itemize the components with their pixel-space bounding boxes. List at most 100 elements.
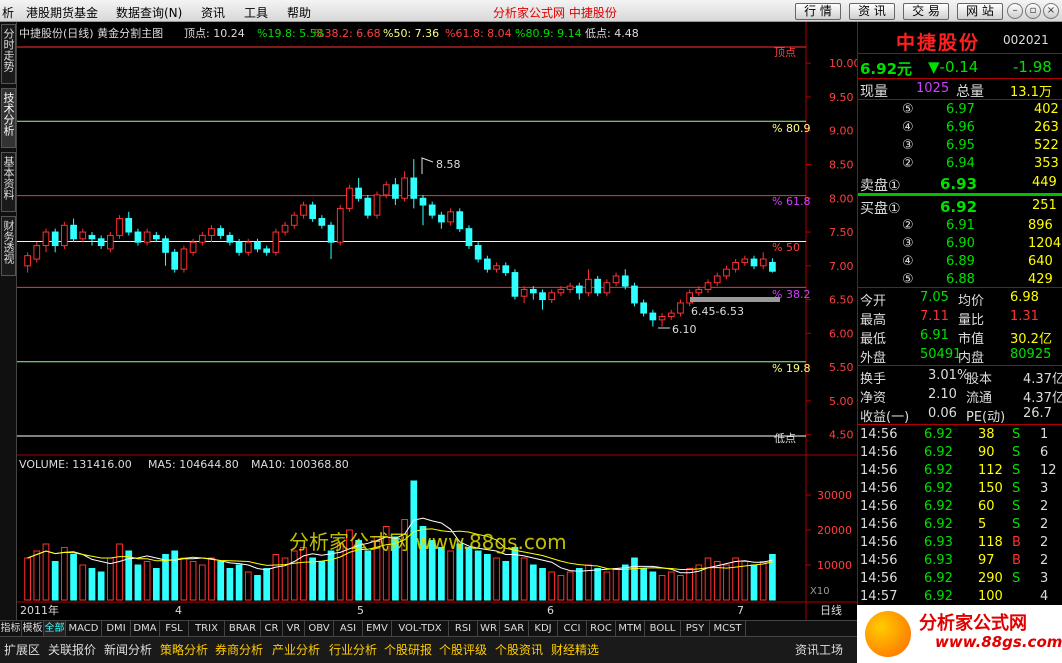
volume-bar bbox=[51, 561, 59, 601]
indicator-tab[interactable]: BOLL bbox=[645, 621, 681, 637]
period-label[interactable]: 日线 bbox=[820, 603, 842, 617]
indicator-tab[interactable]: EMV bbox=[363, 621, 392, 637]
price-tick-label: 7.00 bbox=[829, 260, 854, 273]
info-tab[interactable]: 券商分析 bbox=[215, 641, 263, 658]
volume-bar bbox=[658, 575, 666, 601]
indicator-tab[interactable]: OBV bbox=[305, 621, 334, 637]
menu-item-hk-futures-funds[interactable]: 港股期货基金 bbox=[26, 4, 98, 21]
minimize-icon[interactable]: – bbox=[1007, 3, 1023, 19]
tab-financials[interactable]: 财务透视 bbox=[1, 216, 16, 276]
indicator-tab[interactable]: TRIX bbox=[189, 621, 225, 637]
price-tick-label: 9.00 bbox=[829, 125, 854, 138]
menu-item-help[interactable]: 帮助 bbox=[287, 4, 311, 21]
news-button[interactable]: 资 讯 bbox=[849, 3, 895, 20]
order-level: ③ bbox=[902, 236, 914, 251]
close-icon[interactable]: × bbox=[1043, 3, 1059, 19]
volume-bar bbox=[61, 547, 68, 601]
tick-side: B bbox=[1012, 553, 1021, 568]
tick-side: S bbox=[1012, 427, 1021, 442]
quote-row: ③ 6.95 522 bbox=[858, 137, 1062, 155]
tick-time: 14:56 bbox=[860, 535, 898, 550]
info-tab[interactable]: 关联报价 bbox=[48, 641, 96, 658]
indicator-tab[interactable]: KDJ bbox=[529, 621, 558, 637]
indicator-tab[interactable]: DMI bbox=[102, 621, 131, 637]
indicator-tab[interactable]: ASI bbox=[334, 621, 363, 637]
indicator-tab[interactable]: MTM bbox=[616, 621, 645, 637]
indicator-tabs: 指标 模板 全部 MACD DMI DMA FSL TRIX BRAR CR VR OBV ASI EMV… bbox=[0, 620, 857, 637]
info-tab[interactable]: 扩展区 bbox=[4, 641, 40, 658]
indicator-tab[interactable]: PSY bbox=[681, 621, 710, 637]
indicator-tab[interactable]: SAR bbox=[500, 621, 529, 637]
candle-body bbox=[529, 288, 537, 294]
candle-body bbox=[290, 214, 298, 226]
volume-bar bbox=[667, 571, 675, 601]
menu-item-news[interactable]: 资讯 bbox=[201, 4, 225, 21]
order-volume: 402 bbox=[1034, 102, 1059, 117]
indicator-tab[interactable]: ROC bbox=[587, 621, 616, 637]
tick-time: 14:56 bbox=[860, 571, 898, 586]
indicator-tab[interactable]: DMA bbox=[131, 621, 160, 637]
candle-body bbox=[392, 184, 399, 199]
stat-value: 1.31 bbox=[1010, 309, 1039, 324]
candle-body bbox=[769, 261, 776, 272]
volume-bar bbox=[42, 543, 50, 601]
candle-body bbox=[621, 275, 629, 287]
indicator-tab[interactable]: VR bbox=[283, 621, 305, 637]
indicator-tab[interactable]: WR bbox=[478, 621, 500, 637]
volume-bar bbox=[557, 575, 565, 601]
trade-button[interactable]: 交 易 bbox=[903, 3, 949, 20]
volume-bar bbox=[686, 568, 693, 601]
volume-bar bbox=[732, 557, 739, 601]
info-tab[interactable]: 行业分析 bbox=[329, 641, 377, 658]
tab-fundamentals[interactable]: 基本资料 bbox=[1, 152, 16, 212]
restore-icon[interactable]: ▫ bbox=[1025, 3, 1041, 19]
info-tab[interactable]: 个股研报 bbox=[384, 641, 432, 658]
info-tab[interactable]: 财经精选 bbox=[551, 641, 599, 658]
indicator-tab[interactable]: 指标 bbox=[0, 621, 22, 637]
tick-volume: 38 bbox=[978, 427, 995, 442]
indicator-tab[interactable]: 模板 bbox=[22, 621, 44, 637]
price-row: 6.92元 ▼-0.14 -1.98 bbox=[858, 57, 1062, 78]
indicator-tab[interactable]: RSI bbox=[449, 621, 478, 637]
indicator-tab[interactable]: CR bbox=[261, 621, 283, 637]
tick-price: 6.92 bbox=[924, 463, 953, 478]
tab-intraday[interactable]: 分时走势 bbox=[1, 24, 16, 84]
kline-chart[interactable]: 10.00 9.50 9.00 8.50 8.00 7.50 7.00 6.50 6.00 5.5… bbox=[17, 22, 857, 620]
tick-side: S bbox=[1012, 571, 1021, 586]
candle-body bbox=[217, 228, 225, 236]
candle-body bbox=[235, 241, 243, 253]
order-volume: 522 bbox=[1034, 138, 1059, 153]
menu-item-tools[interactable]: 工具 bbox=[244, 4, 268, 21]
volume-bar bbox=[493, 557, 500, 601]
indicator-tab[interactable]: MCST bbox=[710, 621, 746, 637]
info-tab[interactable]: 个股资讯 bbox=[495, 641, 543, 658]
volume-bar bbox=[244, 571, 252, 601]
info-tab[interactable]: 策略分析 bbox=[160, 641, 208, 658]
info-tab[interactable]: 新闻分析 bbox=[104, 641, 152, 658]
indicator-tab[interactable]: FSL bbox=[160, 621, 189, 637]
price-tick-label: 8.50 bbox=[829, 159, 854, 172]
volume-bar bbox=[529, 564, 537, 601]
info-workshop-tab[interactable]: 资讯工场 bbox=[795, 641, 843, 658]
candle-body bbox=[493, 265, 500, 270]
order-volume: 896 bbox=[1028, 218, 1053, 233]
volume-bar bbox=[208, 557, 215, 601]
volume-bar bbox=[189, 561, 197, 601]
indicator-tab[interactable]: MACD bbox=[66, 621, 102, 637]
indicator-tab[interactable]: VOL-TDX bbox=[392, 621, 449, 637]
quotes-button[interactable]: 行 情 bbox=[795, 3, 841, 20]
menu-item-data-query[interactable]: 数据查询(N) bbox=[116, 4, 182, 21]
indicator-tab[interactable]: BRAR bbox=[225, 621, 261, 637]
price-tick-label: 6.50 bbox=[829, 294, 854, 307]
buy1-label: 买盘① bbox=[860, 201, 901, 217]
candle-body bbox=[759, 258, 767, 267]
info-tab[interactable]: 产业分析 bbox=[272, 641, 320, 658]
candle-body bbox=[419, 197, 427, 206]
menu-item-analysis[interactable]: 析 bbox=[2, 4, 14, 21]
indicator-tab[interactable]: CCI bbox=[558, 621, 587, 637]
info-tab[interactable]: 个股评级 bbox=[439, 641, 487, 658]
tab-technical[interactable]: 技术分析 bbox=[1, 88, 16, 148]
indicator-tab[interactable]: 全部 bbox=[44, 621, 66, 637]
order-volume: 263 bbox=[1034, 120, 1059, 135]
website-button[interactable]: 网 站 bbox=[957, 3, 1003, 20]
